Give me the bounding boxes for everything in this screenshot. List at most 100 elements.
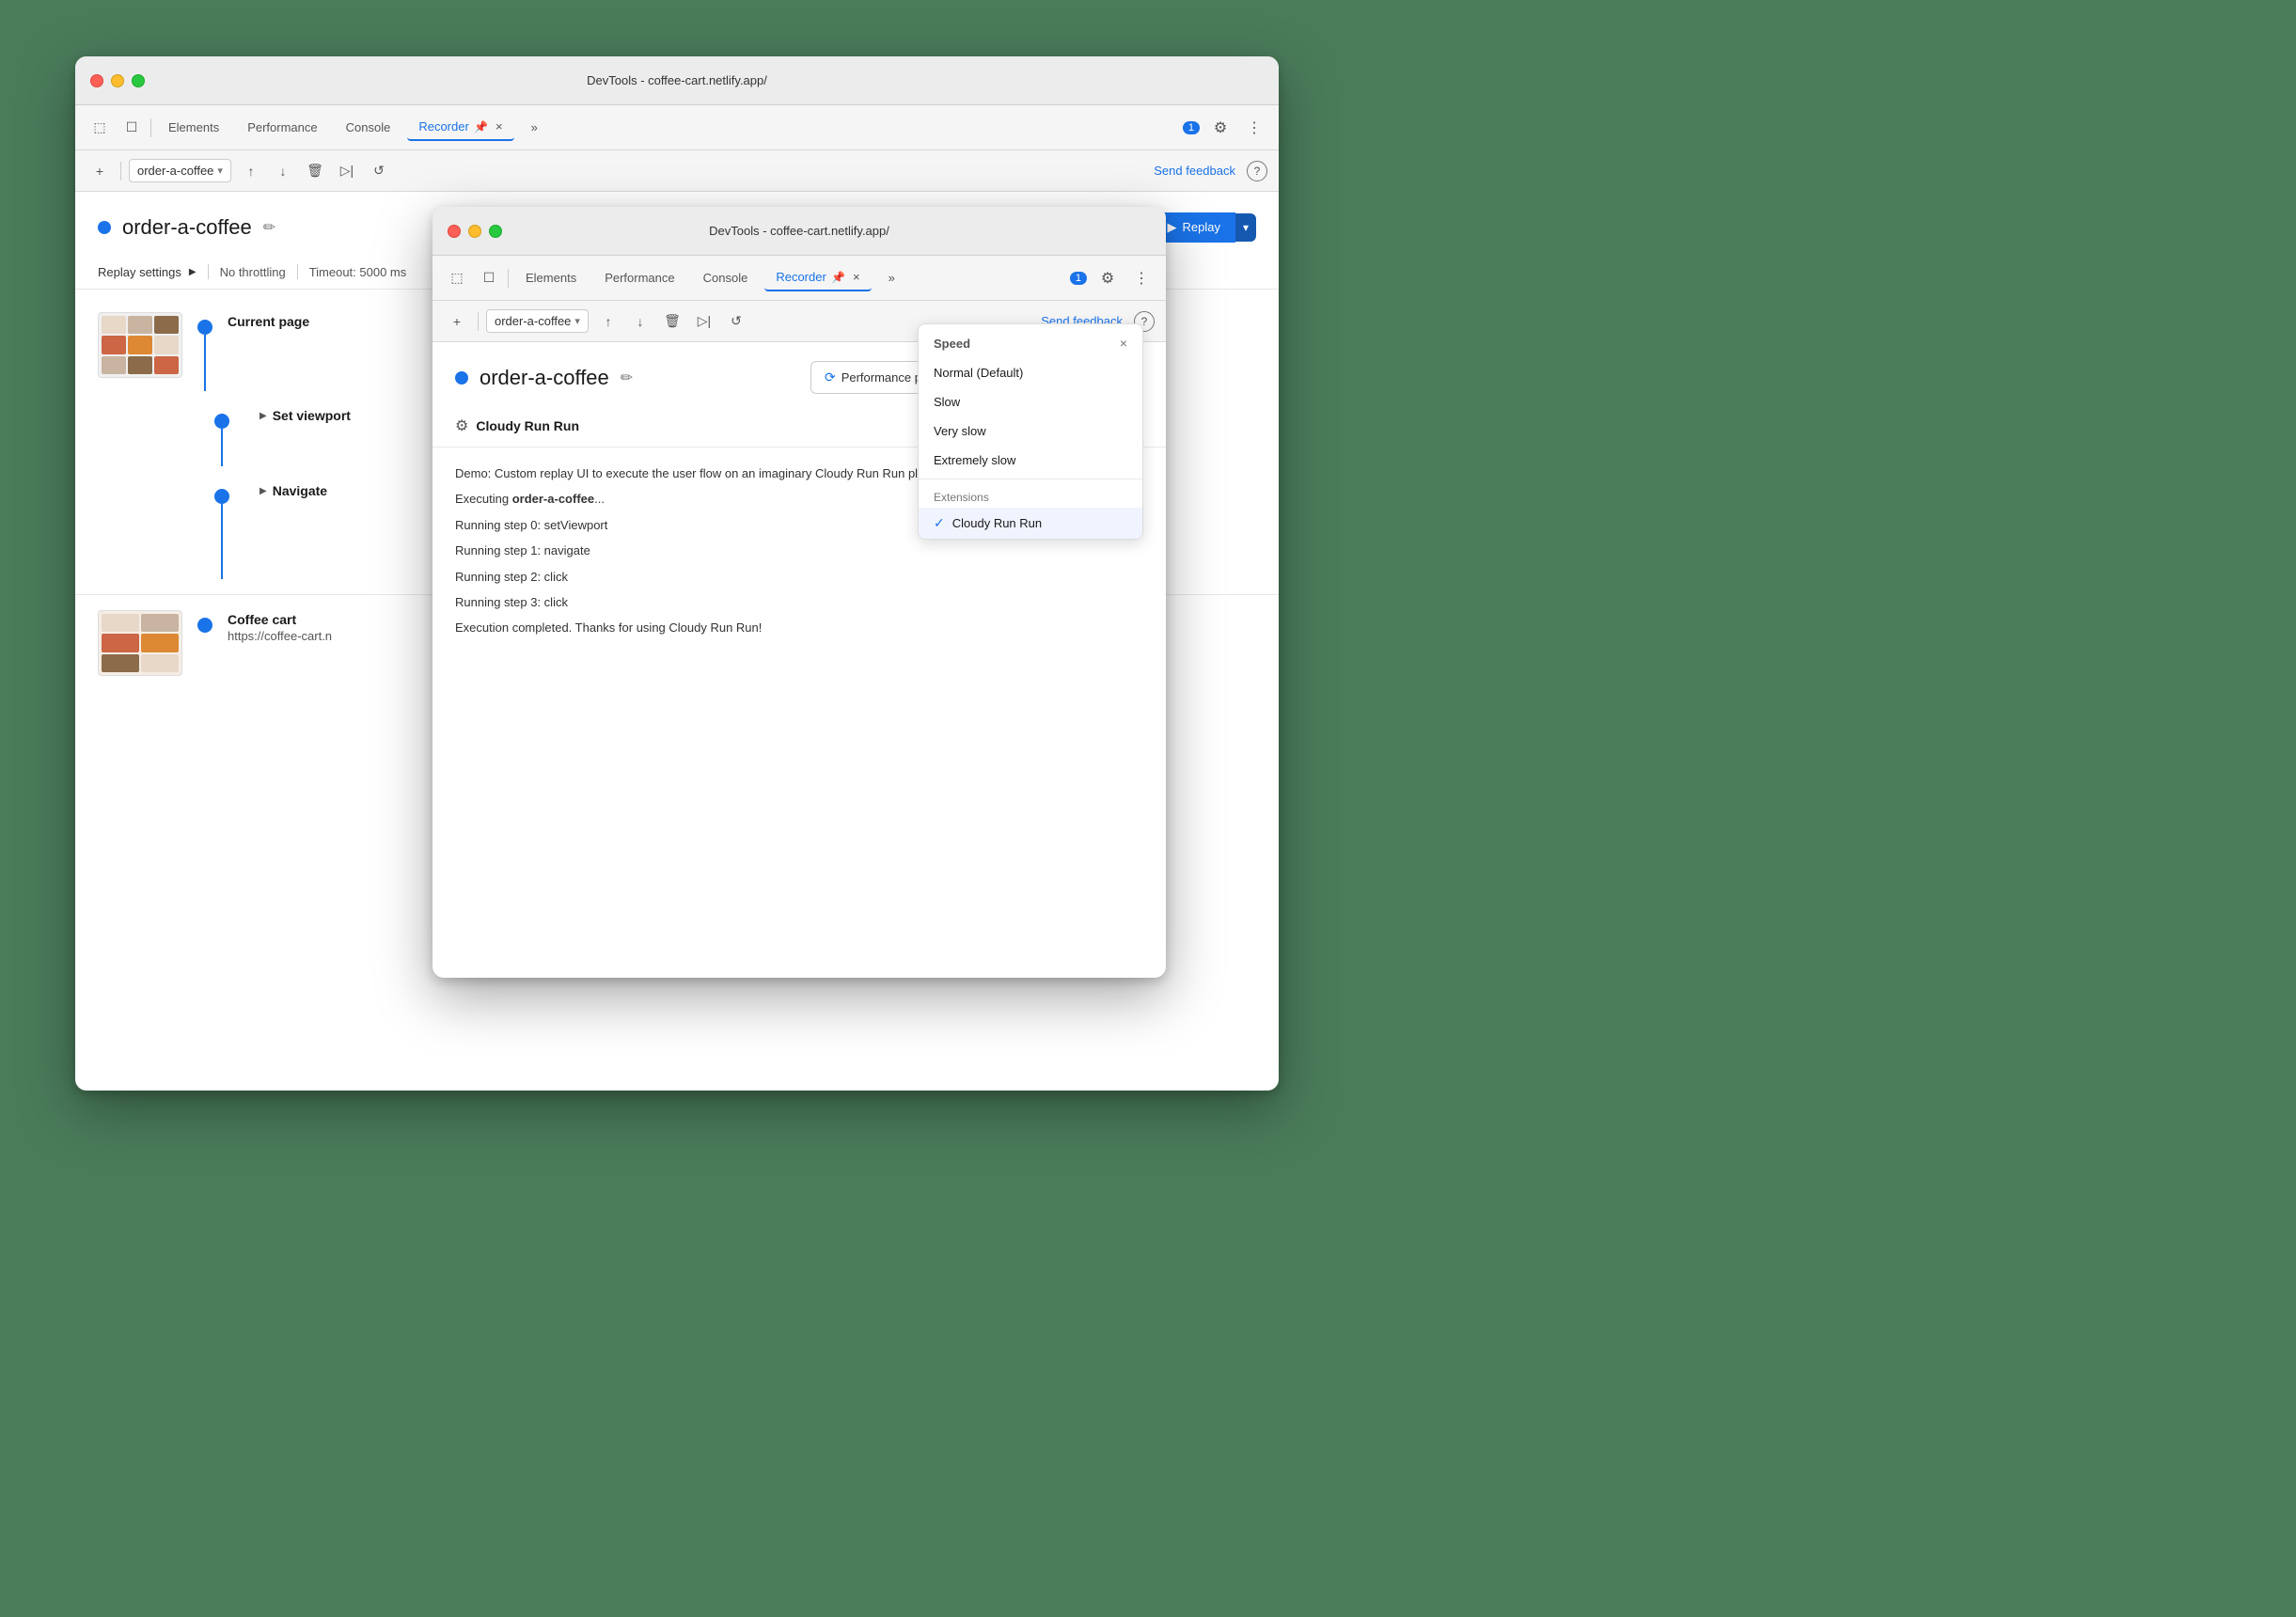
toolbar-sep-1 (150, 118, 151, 137)
tab-recorder-front[interactable]: Recorder 📌 × (764, 264, 871, 291)
titlebar-front: DevTools - coffee-cart.netlify.app/ (432, 207, 1166, 256)
replay-arrow-btn-back[interactable]: ▾ (1235, 213, 1256, 242)
tab-elements-front[interactable]: Elements (514, 265, 588, 290)
log-line-6: Execution completed. Thanks for using Cl… (455, 617, 1143, 638)
window-title-back: DevTools - coffee-cart.netlify.app/ (587, 73, 767, 87)
step-thumbnail-current (98, 312, 182, 378)
rec-toolbar-back: + order-a-coffee ▾ ↑ ↓ 🗑 ▷| ↺ Send feedb… (75, 150, 1279, 192)
tab-console[interactable]: Console (335, 115, 402, 140)
window-title-front: DevTools - coffee-cart.netlify.app/ (709, 224, 889, 238)
rec-sep (120, 162, 121, 181)
extension-cloudy-label: Cloudy Run Run (952, 516, 1042, 530)
edit-name-icon-front[interactable]: ✏ (621, 369, 633, 387)
step-line (221, 429, 223, 466)
thumb-cell (102, 654, 139, 672)
maximize-button-front[interactable] (489, 225, 502, 238)
delete-icon[interactable]: 🗑 (303, 159, 327, 183)
step-over-icon-front[interactable]: ▷| (692, 309, 716, 334)
no-throttling-value: No throttling (220, 265, 286, 279)
notification-badge-back: 1 (1183, 121, 1200, 134)
recording-selector-front[interactable]: order-a-coffee ▾ (486, 309, 589, 333)
log-line-3: Running step 1: navigate (455, 540, 1143, 561)
device-icon-front[interactable]: ☐ (476, 265, 502, 291)
minimize-button[interactable] (111, 74, 124, 87)
tabs-toolbar-front: ⬚ ☐ Elements Performance Console Recorde… (432, 256, 1166, 301)
traffic-lights-front (448, 225, 502, 238)
thumb-cell (154, 336, 179, 353)
thumb-cell (154, 316, 179, 334)
extensions-section-label: Extensions (919, 483, 1142, 508)
close-button-front[interactable] (448, 225, 461, 238)
step-dot-coffee (197, 618, 212, 633)
edit-name-icon-back[interactable]: ✏ (263, 218, 275, 237)
settings-divider (208, 264, 209, 279)
step-title-current: Current page (228, 314, 309, 329)
thumb-cell (141, 634, 179, 652)
recording-name-back: order-a-coffee (122, 215, 252, 240)
export-icon-front[interactable]: ↑ (596, 309, 621, 334)
import-icon-front[interactable]: ↓ (628, 309, 653, 334)
thumb-cell (128, 316, 152, 334)
send-feedback-link-back[interactable]: Send feedback (1154, 164, 1235, 178)
replay-settings-arrow: ▶ (189, 267, 197, 277)
executing-bold: order-a-coffee (512, 492, 594, 506)
rec-sep-front (478, 312, 479, 331)
tab-performance-front[interactable]: Performance (593, 265, 685, 290)
close-button[interactable] (90, 74, 103, 87)
settings-icon[interactable]: ⚙ (1207, 115, 1234, 141)
export-icon[interactable]: ↑ (239, 159, 263, 183)
step-line (204, 335, 206, 391)
recorder-close-icon-front[interactable]: × (853, 270, 860, 284)
recorder-close-icon[interactable]: × (495, 119, 503, 133)
undo-icon[interactable]: ↺ (367, 159, 391, 183)
thumb-cell (102, 634, 139, 652)
thumb-cell (141, 614, 179, 632)
step-line (221, 504, 223, 579)
device-icon[interactable]: ☐ (118, 115, 145, 141)
add-recording-icon-front[interactable]: + (444, 308, 470, 335)
import-icon[interactable]: ↓ (271, 159, 295, 183)
recorder-pin-icon-front: 📌 (831, 271, 845, 284)
tabs-toolbar-back: ⬚ ☐ Elements Performance Console Recorde… (75, 105, 1279, 150)
speed-normal-item[interactable]: Normal (Default) (919, 358, 1142, 387)
more-options-icon-front[interactable]: ⋮ (1128, 265, 1155, 291)
recording-selector-back[interactable]: order-a-coffee ▾ (129, 159, 231, 182)
more-options-icon[interactable]: ⋮ (1241, 115, 1267, 141)
traffic-lights-back (90, 74, 145, 87)
dropdown-header: Speed × (919, 324, 1142, 358)
log-line-4: Running step 2: click (455, 566, 1143, 588)
speed-slow-item[interactable]: Slow (919, 387, 1142, 416)
step-over-icon[interactable]: ▷| (335, 159, 359, 183)
add-recording-icon[interactable]: + (86, 158, 113, 184)
speed-very-slow-item[interactable]: Very slow (919, 416, 1142, 446)
step-title-navigate: Navigate (273, 483, 327, 498)
dropdown-close-btn[interactable]: × (1120, 336, 1127, 351)
cursor-icon-front[interactable]: ⬚ (444, 265, 470, 291)
delete-icon-front[interactable]: 🗑 (660, 309, 684, 334)
replay-settings-label[interactable]: Replay settings (98, 265, 181, 279)
speed-extremely-slow-item[interactable]: Extremely slow (919, 446, 1142, 475)
thumb-cell (102, 356, 126, 374)
minimize-button-front[interactable] (468, 225, 481, 238)
cursor-icon[interactable]: ⬚ (86, 115, 113, 141)
speed-very-slow-label: Very slow (934, 424, 986, 438)
tab-more-front[interactable]: » (877, 265, 906, 290)
maximize-button[interactable] (132, 74, 145, 87)
undo-icon-front[interactable]: ↺ (724, 309, 748, 334)
tab-recorder[interactable]: Recorder 📌 × (407, 114, 513, 141)
log-line-5: Running step 3: click (455, 591, 1143, 613)
recording-name-front: order-a-coffee (480, 366, 609, 390)
plugin-settings-icon: ⚙ (455, 416, 468, 435)
extension-cloudy-run-run-item[interactable]: ✓ Cloudy Run Run (919, 508, 1142, 539)
replay-play-icon: ▶ (1168, 220, 1177, 235)
tab-console-front[interactable]: Console (692, 265, 760, 290)
tab-elements[interactable]: Elements (157, 115, 230, 140)
titlebar-back: DevTools - coffee-cart.netlify.app/ (75, 56, 1279, 105)
settings-icon-front[interactable]: ⚙ (1094, 265, 1121, 291)
tab-performance[interactable]: Performance (236, 115, 328, 140)
tab-more[interactable]: » (520, 115, 549, 140)
recorder-pin-icon: 📌 (474, 120, 488, 133)
thumb-cell (102, 316, 126, 334)
help-icon-back[interactable]: ? (1247, 161, 1267, 181)
step-dot-navigate (214, 489, 229, 504)
